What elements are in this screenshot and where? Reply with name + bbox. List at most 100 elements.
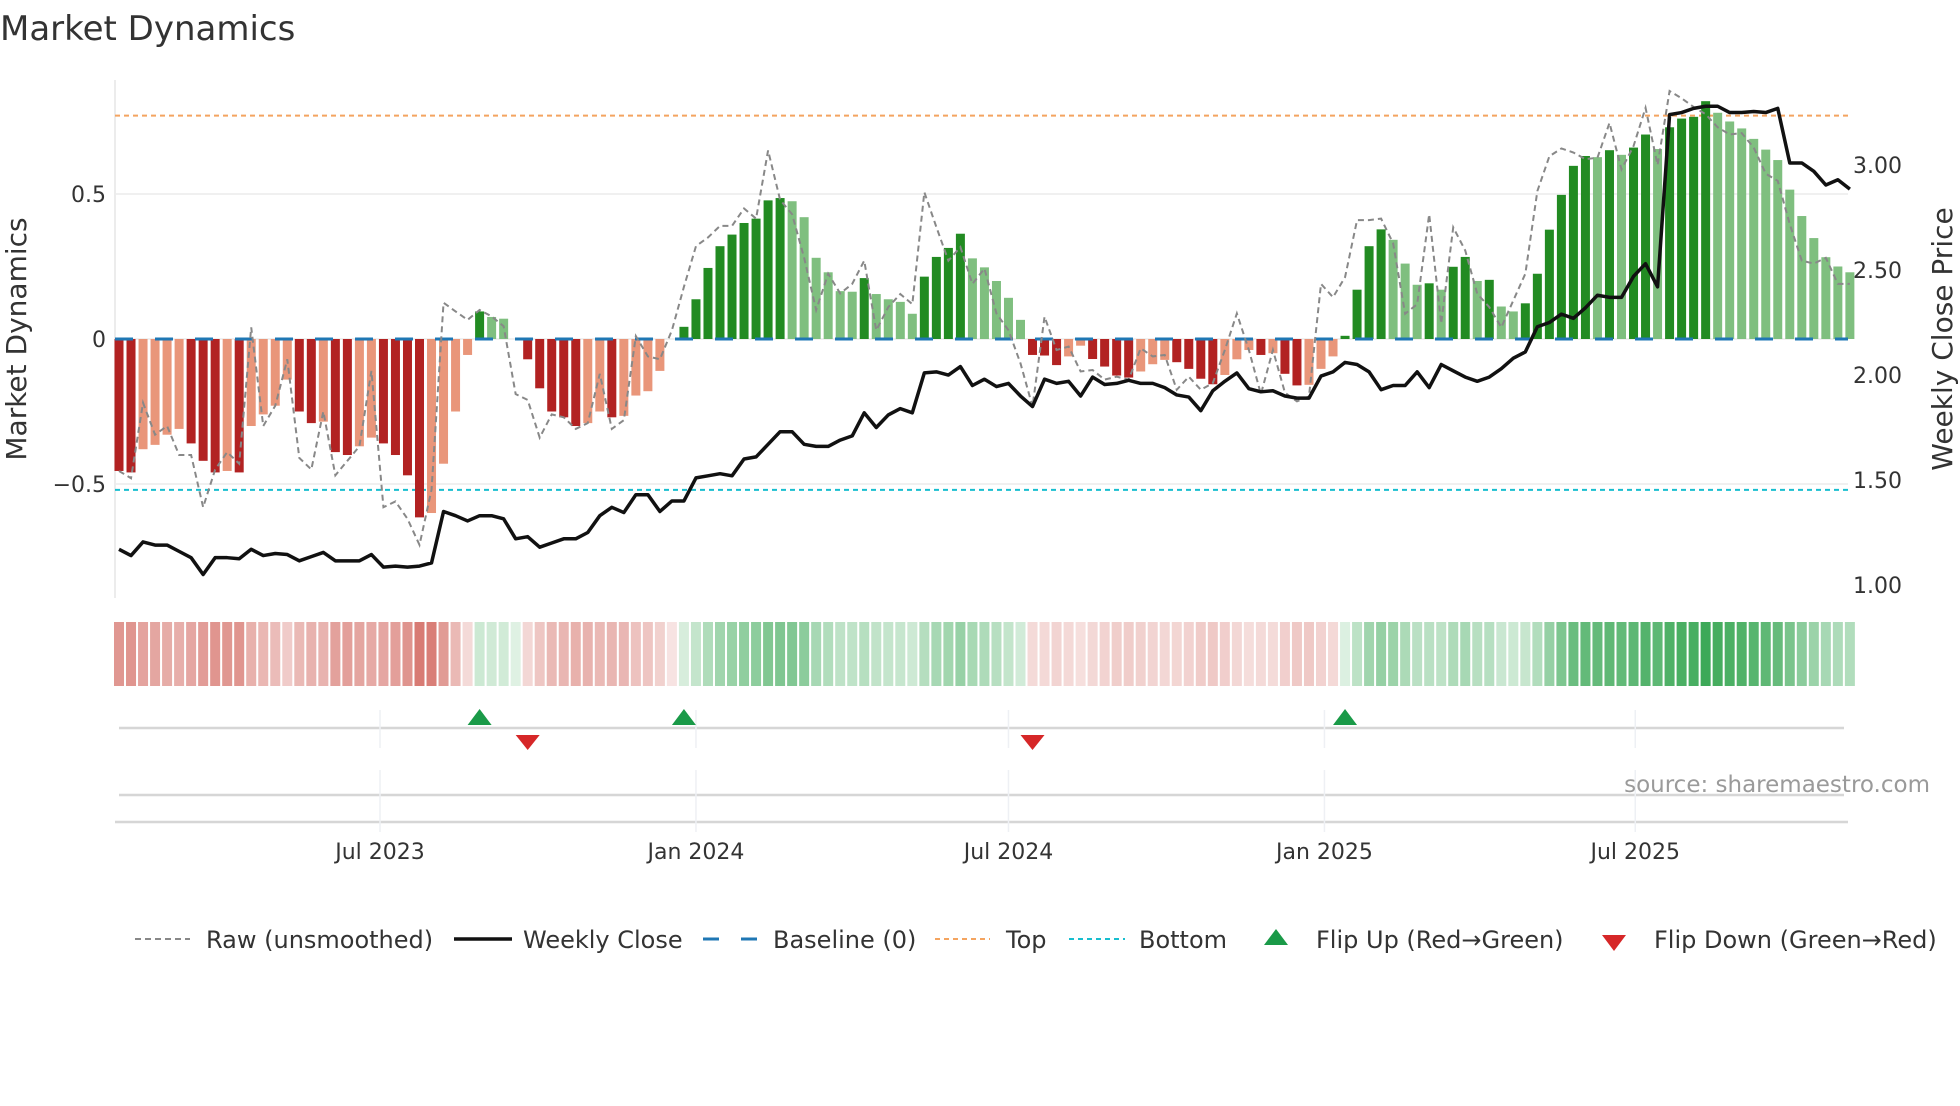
strip-cell: [1111, 622, 1122, 686]
strip-cell: [594, 622, 605, 686]
strip-cell: [1544, 622, 1555, 686]
bar: [499, 318, 509, 339]
strip-cell: [1724, 622, 1735, 686]
bar: [1713, 112, 1723, 339]
strip-cell: [1183, 622, 1194, 686]
strip-cell: [474, 622, 485, 686]
bar: [1821, 257, 1831, 339]
bar: [607, 339, 617, 418]
bar: [1016, 319, 1025, 339]
strip-cell: [1147, 622, 1158, 686]
bar: [1220, 339, 1230, 375]
legend-flip-down: Flip Down (Green→Red): [1654, 926, 1937, 954]
strip-cell: [114, 622, 124, 686]
strip-cell: [1412, 622, 1423, 686]
bar: [1725, 121, 1735, 339]
strip-cell: [1291, 622, 1302, 686]
bar: [703, 267, 713, 339]
strip-cell: [1051, 622, 1062, 686]
bar: [330, 339, 340, 453]
strip-cell: [534, 622, 545, 686]
bar: [1617, 154, 1626, 339]
strip-cell: [919, 622, 930, 686]
strip-cell: [1003, 622, 1014, 686]
bar: [378, 339, 388, 444]
bar: [463, 339, 473, 355]
bar: [1412, 284, 1422, 339]
strip-cell: [1159, 622, 1170, 686]
strip-cell: [270, 622, 281, 686]
bar: [967, 258, 977, 339]
bar: [1376, 229, 1386, 339]
strip-cell: [1604, 622, 1615, 686]
strip-cell: [1436, 622, 1447, 686]
bar: [1352, 289, 1362, 339]
bar: [114, 339, 124, 471]
strip-cell: [486, 622, 497, 686]
strip-cell: [1832, 622, 1843, 686]
strip-cell: [1171, 622, 1182, 686]
bar: [366, 339, 376, 438]
strip-cell: [1760, 622, 1771, 686]
bar: [775, 198, 785, 339]
bar: [1184, 339, 1194, 369]
bar: [294, 339, 304, 412]
strip-cell: [1508, 622, 1519, 686]
bar: [1328, 339, 1338, 357]
bar: [763, 200, 773, 339]
bar: [150, 339, 160, 445]
y-axis-label: Market Dynamics: [0, 217, 33, 460]
strip-cell: [354, 622, 365, 686]
bar: [1761, 149, 1771, 339]
strip-cell: [1472, 622, 1483, 686]
strip-cell: [1279, 622, 1290, 686]
strip-cell: [895, 622, 906, 686]
strip-cell: [1135, 622, 1146, 686]
bar: [1364, 246, 1374, 339]
flip-down-marker: [1020, 735, 1045, 750]
strip-cell: [198, 622, 209, 686]
strip-cell: [739, 622, 750, 686]
strip-cell: [1820, 622, 1831, 686]
bar: [799, 217, 809, 339]
strip-cell: [402, 622, 413, 686]
strip-cell: [1388, 622, 1399, 686]
strip-cell: [522, 622, 533, 686]
strip-cell: [1400, 622, 1411, 686]
strip-cell: [606, 622, 617, 686]
strip-cell: [1700, 622, 1711, 686]
strip-cell: [1448, 622, 1459, 686]
bar: [1424, 283, 1434, 339]
strip-cell: [1556, 622, 1567, 686]
bar: [895, 301, 905, 339]
bar: [631, 339, 641, 396]
bar: [1568, 165, 1578, 339]
strip-cell: [1736, 622, 1747, 686]
flip-panel: [115, 709, 1848, 832]
bar: [1592, 157, 1602, 339]
strip-cell: [1592, 622, 1603, 686]
bar: [258, 339, 268, 415]
bar: [523, 339, 533, 360]
strip-cell: [1027, 622, 1038, 686]
y2-tick-label: 2.00: [1853, 364, 1902, 389]
strip-cell: [1616, 622, 1627, 686]
bar: [643, 339, 653, 392]
strip-cell: [1628, 622, 1639, 686]
strip-cell: [642, 622, 653, 686]
bar: [559, 339, 569, 418]
strip-cell: [306, 622, 317, 686]
bar: [715, 246, 725, 339]
bar: [402, 339, 412, 476]
bar: [1280, 339, 1290, 374]
weekly-close-line: [118, 104, 1851, 577]
bar: [1737, 128, 1747, 339]
bar: [751, 218, 761, 339]
legend-close: Weekly Close: [523, 926, 683, 954]
bar: [1749, 138, 1759, 339]
strip-cell: [1796, 622, 1807, 686]
strip-cell: [450, 622, 461, 686]
strip-cell: [799, 622, 810, 686]
strip-cell: [1712, 622, 1723, 686]
strip-cell: [690, 622, 701, 686]
